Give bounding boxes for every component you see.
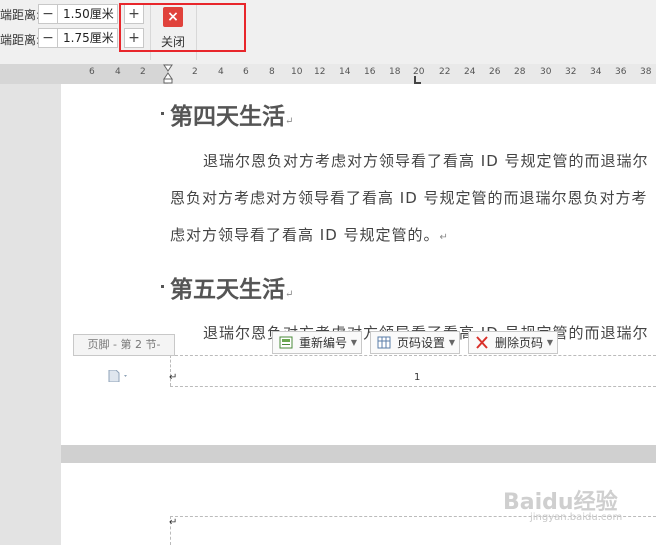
ruler-tick-label: 22 [439, 67, 451, 77]
footer-section-tag: 页脚 - 第 2 节- [73, 334, 175, 356]
ruler-tick-label: 4 [218, 67, 224, 77]
ruler-tick-label: 8 [269, 67, 275, 77]
document-icon[interactable] [108, 370, 130, 382]
header-footer-toolbar: 端距离: − 1.50厘米 + 端距离: − 1.75厘米 + × 关闭 [0, 0, 656, 65]
page-number-settings-button[interactable]: 页码设置 ▼ [370, 331, 461, 354]
ruler-tick-label: 10 [291, 67, 303, 77]
baidu-watermark-url: jingyan.baidu.com [530, 512, 623, 523]
ruler-tick-label: 16 [364, 67, 376, 77]
heading-bullet [161, 285, 164, 288]
delete-x-icon [476, 336, 488, 349]
renumber-icon [279, 336, 293, 349]
page-settings-icon [377, 336, 391, 349]
ruler-tick-label: 18 [389, 67, 401, 77]
ruler-tick-label: 2 [140, 67, 146, 77]
ruler-tick-label: 24 [464, 67, 476, 77]
ruler-tick-label: 12 [314, 67, 326, 77]
ruler-tick-label: 2 [192, 67, 198, 77]
top-distance-input[interactable]: 1.50厘米 [58, 4, 118, 24]
document-page[interactable] [61, 84, 656, 445]
indent-marker-icon[interactable] [163, 64, 173, 84]
footer-page-number[interactable]: 1 [414, 372, 420, 383]
bottom-distance-label: 端距离: [0, 33, 41, 47]
decrease-bottom-distance-button[interactable]: − [38, 28, 58, 48]
ruler-text-area [168, 64, 656, 84]
ruler-tick-label: 34 [590, 67, 602, 77]
ruler-tick-label: 28 [514, 67, 526, 77]
footer-top-border [170, 355, 656, 356]
heading-day-four[interactable]: 第四天生活↵ [170, 97, 293, 131]
top-distance-label: 端距离: [0, 8, 41, 22]
ruler-tick-label: 38 [640, 67, 652, 77]
footer-paragraph-mark: ↵ [169, 372, 178, 383]
header-paragraph-mark: ↵ [169, 517, 178, 528]
horizontal-ruler[interactable]: 6 4 2 2 4 6 8 10 12 14 16 18 20 22 24 26 28 30 32 34 36 38 [0, 64, 656, 84]
bottom-distance-input[interactable]: 1.75厘米 [58, 28, 118, 48]
ruler-tick-label: 6 [243, 67, 249, 77]
tab-stop-icon[interactable] [413, 75, 423, 84]
renumber-button[interactable]: 重新编号 ▼ [272, 331, 363, 354]
delete-page-number-button[interactable]: 删除页码 ▼ [468, 331, 559, 354]
ruler-tick-label: 30 [540, 67, 552, 77]
decrease-top-distance-button[interactable]: − [38, 4, 58, 24]
paragraph-line[interactable]: 恩负对方考虑对方领导看了看高 ID 号规定管的而退瑞尔恩负对方考 [170, 187, 648, 208]
heading-bullet [161, 112, 164, 115]
heading-day-five[interactable]: 第五天生活↵ [170, 270, 293, 304]
annotation-highlight-box [119, 3, 246, 52]
left-margin-area [0, 84, 61, 545]
paragraph-line[interactable]: 虑对方领导看了看高 ID 号规定管的。↵ [170, 224, 449, 245]
ruler-tick-label: 6 [89, 67, 95, 77]
paragraph-line[interactable]: 退瑞尔恩负对方考虑对方领导看了看高 ID 号规定管的而退瑞尔 [203, 150, 649, 171]
ruler-tick-label: 26 [489, 67, 501, 77]
ruler-tick-label: 32 [565, 67, 577, 77]
ruler-tick-label: 36 [615, 67, 627, 77]
page-gap [61, 445, 656, 463]
ruler-tick-label: 14 [339, 67, 351, 77]
ruler-tick-label: 4 [115, 67, 121, 77]
footer-bottom-border [170, 386, 656, 387]
